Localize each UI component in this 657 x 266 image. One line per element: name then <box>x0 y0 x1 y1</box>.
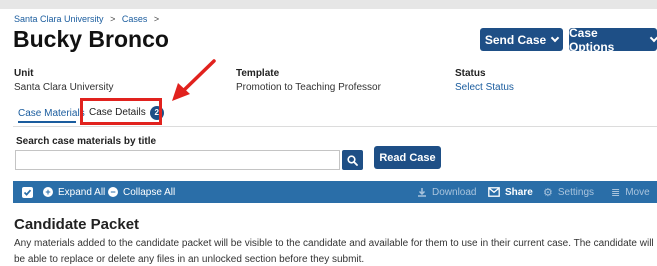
download-button[interactable]: Download <box>417 181 476 203</box>
plus-circle-icon: + <box>43 187 53 197</box>
breadcrumb-separator: > <box>110 14 116 24</box>
settings-label: Settings <box>557 186 595 198</box>
search-input[interactable] <box>15 150 340 170</box>
annotation-highlight-box <box>80 98 162 125</box>
breadcrumb: Santa Clara University > Cases > <box>14 14 163 24</box>
search-label: Search case materials by title <box>16 136 157 147</box>
download-icon <box>418 188 426 197</box>
materials-toolbar: + Expand All − Collapse All Download Sha… <box>13 181 657 203</box>
breadcrumb-separator: > <box>153 14 160 24</box>
check-icon <box>22 186 33 198</box>
search-button[interactable] <box>342 150 363 170</box>
section-description: Any materials added to the candidate pac… <box>14 238 654 265</box>
send-case-label: Send Case <box>484 32 547 47</box>
active-tab-indicator <box>18 121 76 123</box>
chevron-down-icon <box>550 33 560 42</box>
move-icon: ≣ <box>611 186 621 199</box>
template-value: Promotion to Teaching Professor <box>236 82 381 93</box>
breadcrumb-link-university[interactable]: Santa Clara University <box>14 14 104 24</box>
tab-divider <box>13 126 657 127</box>
minus-circle-icon: − <box>108 187 118 197</box>
read-case-button[interactable]: Read Case <box>374 146 441 169</box>
tab-case-materials-label: Case Materials <box>18 108 85 119</box>
breadcrumb-link-cases[interactable]: Cases <box>122 14 148 24</box>
status-label: Status <box>455 68 486 79</box>
expand-all-label: Expand All <box>58 186 106 198</box>
tab-case-materials[interactable]: Case Materials <box>18 108 85 119</box>
share-label: Share <box>505 186 533 198</box>
mail-icon <box>488 187 500 197</box>
download-label: Download <box>432 186 477 198</box>
expand-all-button[interactable]: + Expand All <box>43 181 105 203</box>
move-button[interactable]: ≣ Move <box>611 181 650 203</box>
settings-button[interactable]: ⚙ Settings <box>543 181 594 203</box>
annotation-arrow-icon <box>172 59 216 101</box>
search-icon <box>347 154 358 166</box>
chevron-down-icon <box>649 33 657 42</box>
move-label: Move <box>625 186 650 198</box>
unit-label: Unit <box>14 68 34 79</box>
share-button[interactable]: Share <box>488 181 533 203</box>
collapse-all-button[interactable]: − Collapse All <box>108 181 175 203</box>
template-label: Template <box>236 68 280 79</box>
page-title: Bucky Bronco <box>13 26 169 52</box>
section-title: Candidate Packet <box>14 216 140 233</box>
collapse-all-label: Collapse All <box>123 186 176 198</box>
unit-value: Santa Clara University <box>14 82 114 93</box>
gear-icon: ⚙ <box>543 186 553 199</box>
select-all-checkbox[interactable] <box>22 181 33 203</box>
top-strip <box>0 0 657 9</box>
case-options-button[interactable]: Case Options <box>569 25 657 54</box>
case-options-label: Case Options <box>569 25 615 54</box>
send-case-button[interactable]: Send Case <box>480 28 563 51</box>
select-status-link[interactable]: Select Status <box>455 82 514 93</box>
